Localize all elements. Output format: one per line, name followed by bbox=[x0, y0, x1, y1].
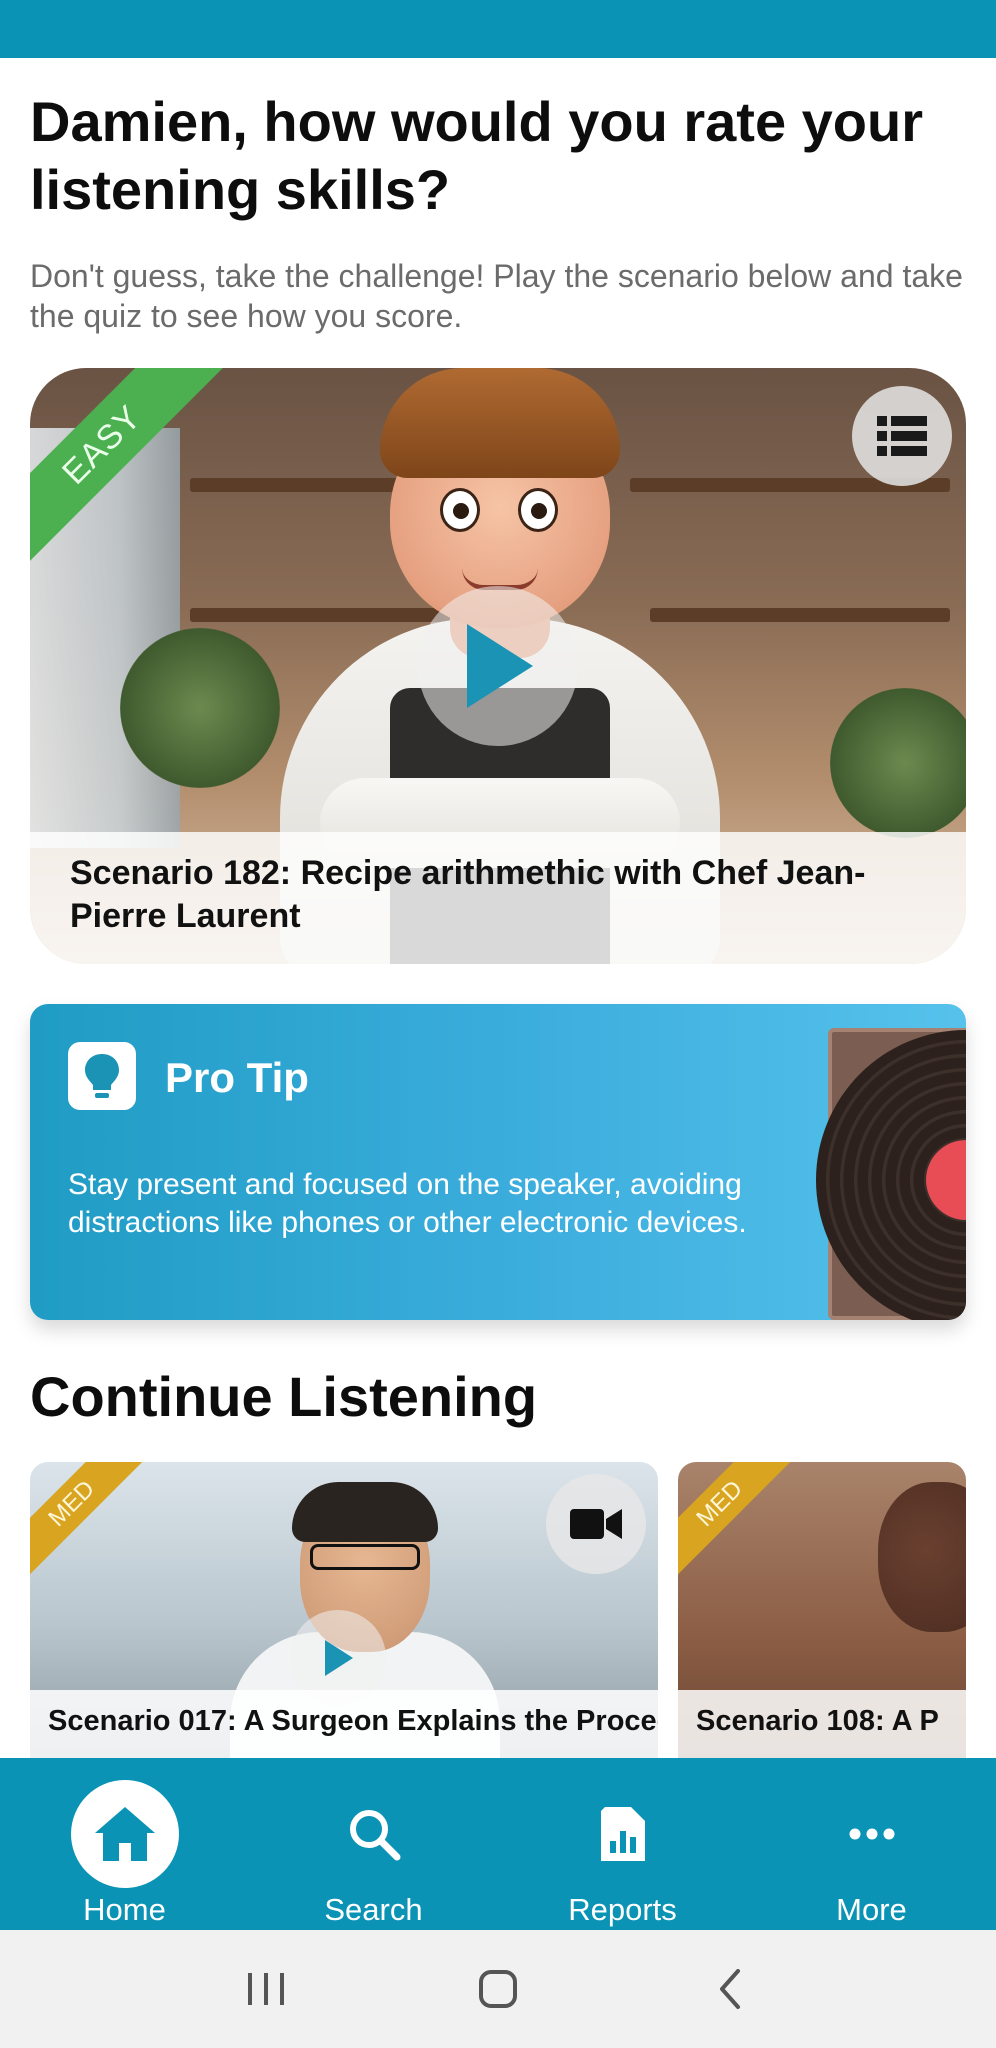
recent-apps-button[interactable] bbox=[226, 1949, 306, 2029]
status-bar bbox=[0, 0, 996, 58]
reports-icon-container bbox=[569, 1780, 677, 1888]
main-content[interactable]: Damien, how would you rate your listenin… bbox=[0, 58, 996, 1758]
scenario-list-button[interactable] bbox=[852, 386, 952, 486]
chef-eye bbox=[518, 488, 558, 532]
system-navigation-bar bbox=[0, 1930, 996, 2048]
pro-tip-card: Pro Tip Stay present and focused on the … bbox=[30, 1004, 966, 1320]
difficulty-badge-label: MED bbox=[691, 1475, 749, 1533]
continue-card-caption: Scenario 017: A Surgeon Explains the Pro… bbox=[30, 1690, 658, 1758]
featured-scenario-card[interactable]: EASY Scenario 182: Recipe arithmethic wi… bbox=[30, 368, 966, 964]
home-icon bbox=[94, 1807, 155, 1861]
home-square-icon bbox=[479, 1970, 517, 2008]
reports-icon bbox=[600, 1807, 645, 1861]
more-icon bbox=[849, 1828, 894, 1840]
difficulty-badge-med: MED bbox=[30, 1462, 157, 1589]
chef-hair bbox=[380, 368, 620, 478]
chef-eye bbox=[440, 488, 480, 532]
nav-label: Reports bbox=[568, 1892, 677, 1927]
bottom-navigation: Home Search Reports More bbox=[0, 1758, 996, 1930]
continue-listening-title: Continue Listening bbox=[30, 1365, 538, 1428]
nav-label: Search bbox=[324, 1892, 423, 1927]
back-chevron-icon bbox=[720, 1969, 740, 2009]
difficulty-badge-label: MED bbox=[43, 1475, 101, 1533]
video-button[interactable] bbox=[546, 1474, 646, 1574]
surgeon-glasses bbox=[310, 1544, 420, 1570]
lightbulb-icon bbox=[68, 1042, 136, 1110]
back-button[interactable] bbox=[690, 1949, 770, 2029]
nav-label: Home bbox=[83, 1892, 166, 1927]
home-system-button[interactable] bbox=[458, 1949, 538, 2029]
record-label bbox=[926, 1140, 966, 1220]
play-icon bbox=[325, 1640, 353, 1676]
page-title: Damien, how would you rate your listenin… bbox=[30, 90, 923, 221]
nav-item-more[interactable]: More bbox=[747, 1758, 996, 1930]
pro-tip-title: Pro Tip bbox=[165, 1054, 309, 1101]
nav-item-search[interactable]: Search bbox=[249, 1758, 498, 1930]
nav-label: More bbox=[836, 1892, 907, 1927]
nav-item-home[interactable]: Home bbox=[0, 1758, 249, 1930]
featured-scenario-caption: Scenario 182: Recipe arithmethic with Ch… bbox=[30, 832, 966, 964]
background-plant bbox=[830, 688, 966, 838]
continue-card-title: Scenario 108: A P bbox=[696, 1705, 939, 1737]
list-icon bbox=[877, 416, 927, 456]
continue-card[interactable]: MED Scenario 017: A Surgeon Explains the… bbox=[30, 1462, 658, 1758]
difficulty-badge-med: MED bbox=[678, 1462, 805, 1589]
play-scenario-button[interactable] bbox=[418, 586, 578, 746]
continue-card-caption: Scenario 108: A P bbox=[678, 1690, 966, 1758]
search-icon bbox=[349, 1810, 400, 1861]
featured-scenario-title: Scenario 182: Recipe arithmethic with Ch… bbox=[70, 854, 866, 935]
page-subtitle: Don't guess, take the challenge! Play th… bbox=[30, 258, 963, 334]
continue-card-title: Scenario 017: A Surgeon Explains the Pro… bbox=[48, 1705, 658, 1737]
nav-item-reports[interactable]: Reports bbox=[498, 1758, 747, 1930]
search-icon-container bbox=[320, 1780, 428, 1888]
continue-card[interactable]: MED Scenario 108: A P bbox=[678, 1462, 966, 1758]
home-icon-container bbox=[70, 1780, 179, 1888]
video-camera-icon bbox=[570, 1509, 622, 1539]
pro-tip-text: Stay present and focused on the speaker,… bbox=[68, 1168, 747, 1239]
recent-apps-icon bbox=[248, 1973, 284, 2005]
speaker-head bbox=[878, 1482, 966, 1632]
more-icon-container bbox=[818, 1780, 926, 1888]
play-icon bbox=[467, 624, 533, 708]
surgeon-hair bbox=[292, 1482, 438, 1542]
